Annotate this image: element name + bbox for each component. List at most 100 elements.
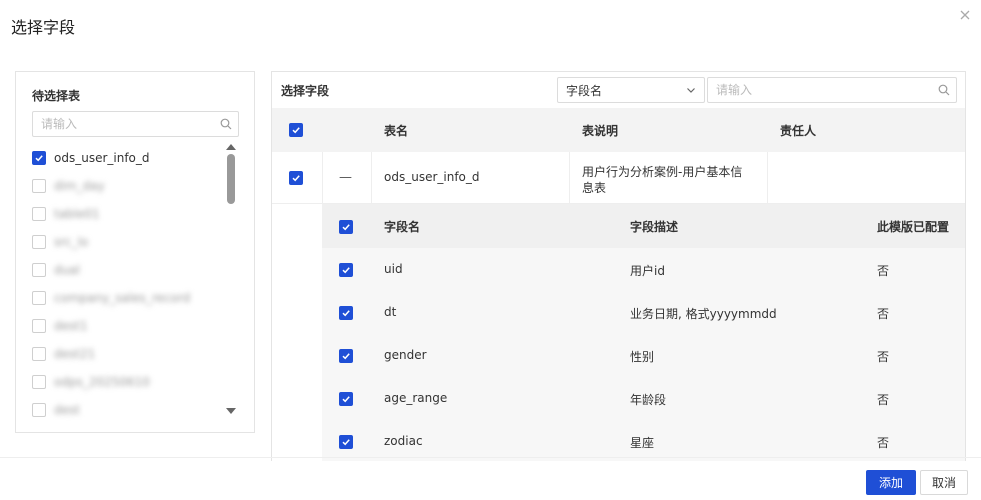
- table-list-item-checkbox[interactable]: [32, 403, 46, 417]
- column-header-field-desc: 字段描述: [630, 220, 679, 234]
- pending-tables-title: 待选择表: [32, 89, 81, 103]
- field-configured-cell: 否: [877, 436, 890, 450]
- column-header-field-name: 字段名: [384, 220, 421, 234]
- table-list-item-label: dim_day: [54, 179, 105, 193]
- table-list-item[interactable]: dual: [32, 256, 222, 284]
- field-row[interactable]: uid 用户id 否: [322, 248, 965, 291]
- dialog-title: 选择字段: [11, 18, 76, 37]
- field-desc-cell: 性别: [630, 350, 655, 364]
- table-list-item-label: odps_20250610: [54, 375, 150, 389]
- table-search-box: [32, 111, 239, 137]
- table-name-cell: ods_user_info_d: [384, 170, 480, 184]
- field-row-checkbox[interactable]: [339, 306, 353, 320]
- field-row-checkbox[interactable]: [339, 263, 353, 277]
- field-name-cell: zodiac: [384, 434, 423, 448]
- field-row-checkbox[interactable]: [339, 392, 353, 406]
- column-divider: [371, 152, 372, 204]
- table-desc-line1: 用户行为分析案例-用户基本信: [582, 165, 743, 179]
- field-configured-cell: 否: [877, 264, 890, 278]
- table-list-item[interactable]: dest21: [32, 340, 222, 368]
- table-desc-line2: 息表: [582, 181, 607, 195]
- field-row[interactable]: zodiac 星座 否: [322, 420, 965, 461]
- table-list-item-label: dest21: [54, 347, 96, 361]
- search-icon[interactable]: [938, 84, 950, 96]
- table-list-scrollbar[interactable]: [226, 144, 236, 414]
- field-search-box: [707, 77, 957, 103]
- table-list-item[interactable]: src_lo: [32, 228, 222, 256]
- table-list-item-checkbox[interactable]: [32, 151, 46, 165]
- field-desc-cell: 星座: [630, 436, 655, 450]
- field-name-cell: dt: [384, 305, 397, 319]
- table-list-item-checkbox[interactable]: [32, 319, 46, 333]
- table-list-item[interactable]: ods_user_info_d: [32, 144, 222, 172]
- field-search-input[interactable]: [708, 78, 928, 102]
- table-list-item[interactable]: dim_day: [32, 172, 222, 200]
- field-row-checkbox[interactable]: [339, 435, 353, 449]
- field-configured-cell: 否: [877, 350, 890, 364]
- collapse-toggle[interactable]: —: [339, 170, 352, 185]
- field-row[interactable]: age_range 年龄段 否: [322, 377, 965, 420]
- table-list-item[interactable]: table01: [32, 200, 222, 228]
- search-field-select-value: 字段名: [566, 83, 603, 98]
- search-icon[interactable]: [220, 118, 232, 130]
- tables-header: 表名 表说明 责任人: [272, 108, 965, 152]
- field-desc-cell: 年龄段: [630, 393, 667, 407]
- table-list-item-label: dest1: [54, 319, 88, 333]
- table-list-item-label: src_lo: [54, 235, 89, 249]
- select-all-tables-checkbox[interactable]: [289, 123, 303, 137]
- pending-tables-panel: 待选择表 ods_user_info_d dim_day table01 src_lo…: [15, 71, 255, 433]
- field-configured-cell: 否: [877, 393, 890, 407]
- scroll-thumb[interactable]: [227, 154, 235, 204]
- table-list-item-label: dest: [54, 403, 80, 417]
- table-list-item[interactable]: dest: [32, 396, 222, 424]
- table-list-item[interactable]: company_sales_record: [32, 284, 222, 312]
- field-name-cell: uid: [384, 262, 403, 276]
- fields-subtable: 字段名 字段描述 此模版已配置 uid 用户id 否 dt 业务日期, 格式yyyymm…: [322, 204, 965, 461]
- table-search-input[interactable]: [33, 112, 213, 136]
- table-list-item-label: dual: [54, 263, 80, 277]
- cancel-button[interactable]: 取消: [920, 470, 968, 495]
- close-icon[interactable]: [958, 8, 972, 22]
- table-list-item-checkbox[interactable]: [32, 375, 46, 389]
- field-desc-cell: 用户id: [630, 264, 665, 278]
- column-header-configured: 此模版已配置: [877, 220, 950, 234]
- chevron-down-icon: [686, 85, 696, 95]
- select-fields-dialog: 选择字段 待选择表 ods_user_info_d dim_day table01 s…: [0, 0, 981, 500]
- field-row[interactable]: dt 业务日期, 格式yyyymmdd 否: [322, 291, 965, 334]
- table-list-item-checkbox[interactable]: [32, 207, 46, 221]
- select-fields-panel: 选择字段 字段名 表名 表说明 责任人 —: [271, 71, 966, 461]
- table-list-item-label: company_sales_record: [54, 291, 191, 305]
- column-header-table-desc: 表说明: [582, 124, 619, 138]
- scroll-up-arrow-icon[interactable]: [226, 144, 236, 150]
- field-desc-cell: 业务日期, 格式yyyymmdd: [630, 307, 777, 321]
- table-list-item-label: ods_user_info_d: [54, 151, 150, 165]
- field-name-cell: gender: [384, 348, 427, 362]
- table-row[interactable]: — ods_user_info_d 用户行为分析案例-用户基本信 息表: [272, 152, 965, 204]
- footer-divider: [0, 457, 981, 458]
- table-list-item[interactable]: odps_20250610: [32, 368, 222, 396]
- table-list-item-checkbox[interactable]: [32, 347, 46, 361]
- column-divider: [767, 152, 768, 204]
- table-list-item-checkbox[interactable]: [32, 263, 46, 277]
- table-list-item-checkbox[interactable]: [32, 179, 46, 193]
- field-row[interactable]: gender 性别 否: [322, 334, 965, 377]
- add-button[interactable]: 添加: [866, 470, 916, 495]
- column-divider: [322, 152, 323, 204]
- table-row-checkbox[interactable]: [289, 171, 303, 185]
- column-divider: [569, 152, 570, 204]
- field-name-cell: age_range: [384, 391, 448, 405]
- column-header-table-name: 表名: [384, 124, 409, 138]
- table-list-item-checkbox[interactable]: [32, 235, 46, 249]
- sub-indent: [272, 204, 322, 461]
- field-configured-cell: 否: [877, 307, 890, 321]
- select-fields-title: 选择字段: [281, 84, 330, 98]
- field-row-checkbox[interactable]: [339, 349, 353, 363]
- table-list-item[interactable]: dest1: [32, 312, 222, 340]
- search-field-select[interactable]: 字段名: [557, 77, 705, 103]
- select-all-fields-checkbox[interactable]: [339, 220, 353, 234]
- table-list: ods_user_info_d dim_day table01 src_lodual c…: [32, 144, 222, 424]
- column-header-owner: 责任人: [780, 124, 817, 138]
- table-list-item-checkbox[interactable]: [32, 291, 46, 305]
- table-list-item-label: table01: [54, 207, 100, 221]
- scroll-down-arrow-icon[interactable]: [226, 408, 236, 414]
